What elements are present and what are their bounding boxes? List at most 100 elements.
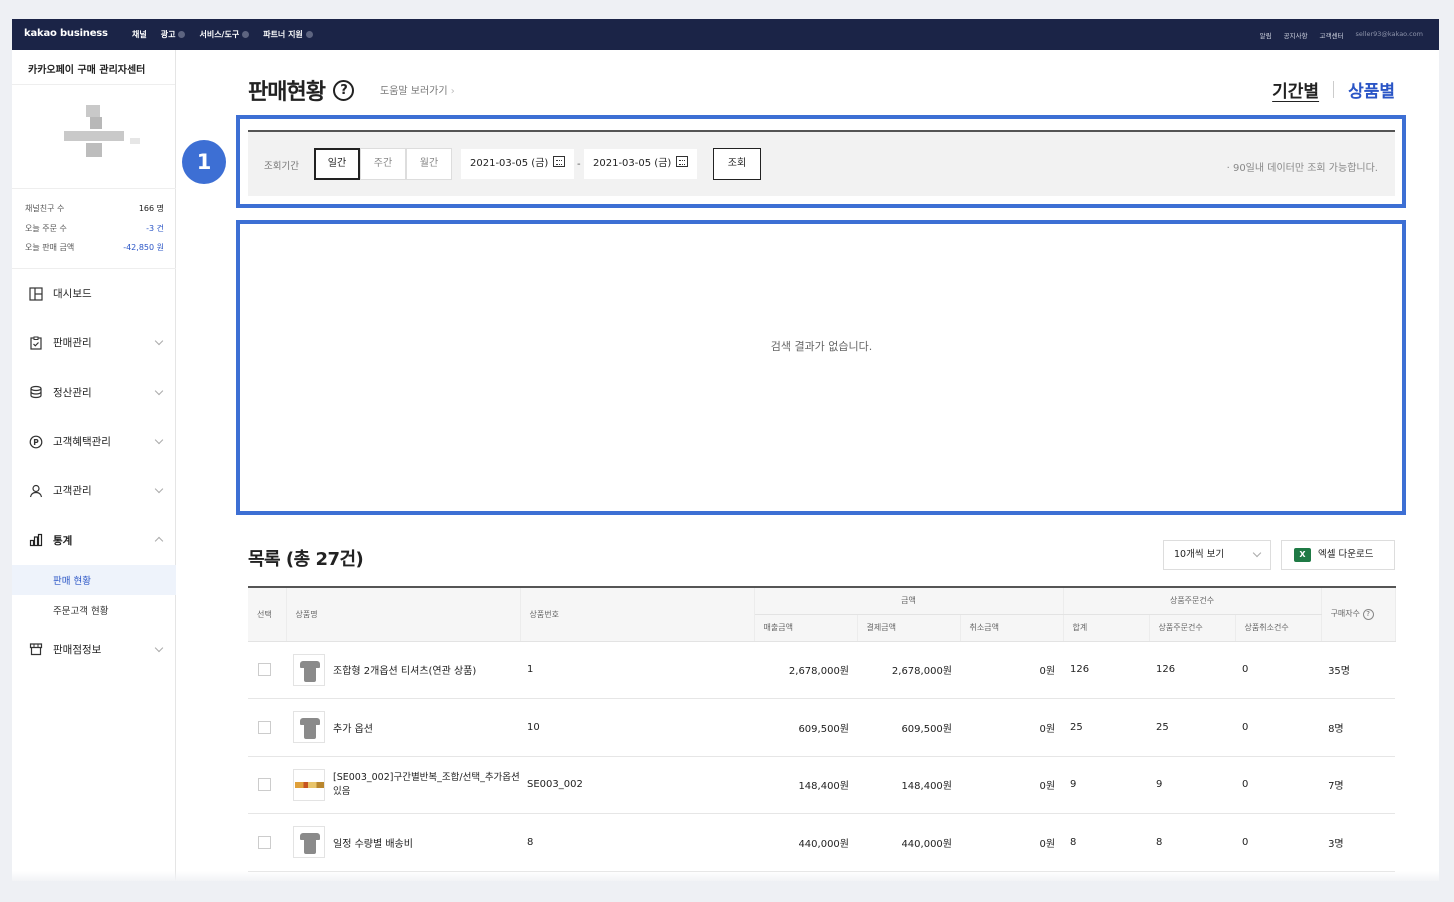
col-product-name: 상품명 (286, 587, 521, 642)
point-icon: P (29, 435, 43, 449)
chevron-down-icon (154, 337, 164, 346)
sidebar-menu: 대시보드 판매관리 정산관리 P 고객혜택관리 고객관리 통계 판매 현황 주문… (12, 268, 176, 674)
database-icon (29, 385, 43, 399)
row-checkbox[interactable] (258, 663, 271, 677)
table-row: 조합형 2개옵션 티셔츠(연관 상품) 1 2,678,000원 2,678,0… (248, 641, 1396, 699)
product-thumbnail (293, 826, 325, 859)
excel-download-button[interactable]: X 엑셀 다운로드 (1281, 540, 1395, 570)
table-row: [SE003_002]구간별반복_조합/선택_추가옵션있음 SE003_002 … (248, 756, 1396, 814)
col-product-number: 상품번호 (520, 587, 755, 642)
col-buyers: 구매자수 ? (1321, 587, 1396, 642)
sidebar-item-dashboard[interactable]: 대시보드 (12, 269, 176, 318)
store-icon (29, 642, 43, 656)
search-filter-panel: 조회기간 일간 주간 월간 2021-03-05 (금) - 2021-03-0… (248, 130, 1395, 196)
chevron-down-icon (242, 31, 250, 38)
page-size-select[interactable]: 10개씩 보기 (1163, 540, 1271, 570)
chevron-down-icon (1252, 548, 1262, 558)
row-checkbox[interactable] (258, 835, 271, 849)
channel-profile-image (64, 105, 146, 167)
help-link[interactable]: 도움말 보러가기 › (380, 82, 455, 97)
svg-text:P: P (33, 437, 39, 446)
product-thumbnail (293, 653, 325, 686)
notifications-link[interactable]: 알림 (1260, 30, 1272, 40)
calendar-icon[interactable] (676, 156, 689, 167)
row-checkbox[interactable] (258, 720, 271, 734)
view-tabs: 기간별 상품별 (1272, 77, 1395, 102)
sidebar-item-settlement[interactable]: 정산관리 (12, 368, 176, 417)
account-menu[interactable]: seller93@kakao.com (1355, 30, 1423, 40)
col-select: 선택 (248, 587, 287, 642)
help-question-icon[interactable]: ? (332, 79, 354, 101)
nav-partner-support[interactable]: 파트너 지원 (263, 29, 313, 40)
period-label: 조회기간 (264, 161, 299, 172)
submenu-customer-orders[interactable]: 주문고객 현황 (12, 595, 176, 625)
sidebar-item-benefits[interactable]: P 고객혜택관리 (12, 417, 176, 466)
notices-link[interactable]: 공지사항 (1284, 30, 1308, 40)
kakao-business-logo[interactable]: kakao business (24, 28, 108, 39)
chevron-down-icon (154, 386, 164, 395)
stat-friends: 채널친구 수 166 명 (25, 204, 164, 213)
col-group-order-count: 상품주문건수 (1063, 587, 1322, 615)
scroll-fade (12, 871, 1439, 881)
stat-orders: 오늘 주문 수 -3 건 (25, 223, 164, 233)
chevron-down-icon (154, 484, 164, 494)
stat-sales: 오늘 판매 금액 -42,850 원 (25, 243, 164, 252)
customer-center-link[interactable]: 고객센터 (1320, 30, 1344, 40)
top-nav: 채널 광고 서비스/도구 파트너 지원 (132, 29, 313, 40)
col-ordered-count: 상품주문건수 (1149, 614, 1236, 642)
date-separator: - (577, 159, 581, 170)
clipboard-icon (29, 336, 43, 350)
nav-ads[interactable]: 광고 (161, 29, 186, 40)
nav-services[interactable]: 서비스/도구 (199, 29, 250, 40)
page-title: 판매현황? (248, 74, 354, 106)
chevron-down-icon (305, 31, 313, 38)
nav-channel[interactable]: 채널 (132, 29, 147, 40)
chevron-down-icon (154, 435, 164, 445)
period-daily-button[interactable]: 일간 (314, 148, 360, 180)
app-window: kakao business 채널 광고 서비스/도구 파트너 지원 알림 공지… (12, 19, 1439, 881)
period-weekly-button[interactable]: 주간 (360, 148, 406, 180)
top-right-links: 알림 공지사항 고객센터 seller93@kakao.com (1260, 30, 1423, 40)
col-group-amount: 금액 (754, 587, 1064, 615)
step-number-badge: 1 (182, 140, 226, 184)
end-date-input[interactable]: 2021-03-05 (금) (584, 149, 698, 179)
col-cancel-amount: 취소금액 (960, 614, 1064, 642)
chevron-up-icon (154, 537, 164, 546)
row-checkbox[interactable] (258, 778, 271, 792)
dashboard-icon (29, 287, 43, 301)
user-icon (29, 484, 43, 498)
sidebar: 카카오페이 구매 관리자센터 채널친구 수 166 명 오늘 주문 수 -3 건 오… (12, 50, 176, 881)
sales-table: 선택 상품명 상품번호 금액 상품주문건수 구매자수 ? 매출금액 결제금액 취… (248, 586, 1396, 872)
top-navigation-bar: kakao business 채널 광고 서비스/도구 파트너 지원 알림 공지… (12, 19, 1439, 50)
table-row: 일정 수량별 배송비 8 440,000원 440,000원 0원 8 8 0 … (248, 813, 1396, 872)
sidebar-item-sales-management[interactable]: 판매관리 (12, 318, 176, 367)
product-thumbnail (293, 711, 325, 744)
submenu-sales-status[interactable]: 판매 현황 (12, 564, 176, 595)
chevron-down-icon (178, 31, 186, 38)
filter-note: · 90일내 데이터만 조회 가능합니다. (1226, 163, 1378, 174)
list-title: 목록 (총 27건) (248, 549, 364, 570)
calendar-icon[interactable] (553, 156, 566, 167)
col-total: 합계 (1063, 614, 1150, 642)
excel-icon: X (1294, 548, 1311, 562)
product-thumbnail (293, 768, 325, 801)
tab-by-period[interactable]: 기간별 (1272, 77, 1319, 102)
chart-icon (29, 533, 43, 547)
col-sales-amount: 매출금액 (754, 614, 858, 642)
channel-stats: 채널친구 수 166 명 오늘 주문 수 -3 건 오늘 판매 금액 -42,850 … (12, 188, 176, 262)
col-cancelled-count: 상품취소건수 (1235, 614, 1322, 642)
sidebar-item-customers[interactable]: 고객관리 (12, 466, 176, 515)
sidebar-item-store-info[interactable]: 판매점정보 (12, 625, 176, 674)
period-monthly-button[interactable]: 월간 (406, 148, 452, 180)
table-row: 추가 옵션 10 609,500원 609,500원 0원 25 25 0 8명 (248, 698, 1396, 757)
search-button[interactable]: 조회 (713, 148, 761, 180)
sidebar-title: 카카오페이 구매 관리자센터 (12, 50, 175, 85)
empty-result-message: 검색 결과가 없습니다. (770, 340, 873, 353)
chart-result-area: 검색 결과가 없습니다. (240, 224, 1403, 509)
sidebar-item-statistics[interactable]: 통계 (12, 515, 176, 564)
info-question-icon[interactable]: ? (1362, 609, 1374, 621)
col-paid-amount: 결제금액 (857, 614, 961, 642)
start-date-input[interactable]: 2021-03-05 (금) (461, 149, 575, 179)
tab-by-product[interactable]: 상품별 (1348, 77, 1395, 102)
chevron-down-icon (154, 643, 164, 653)
